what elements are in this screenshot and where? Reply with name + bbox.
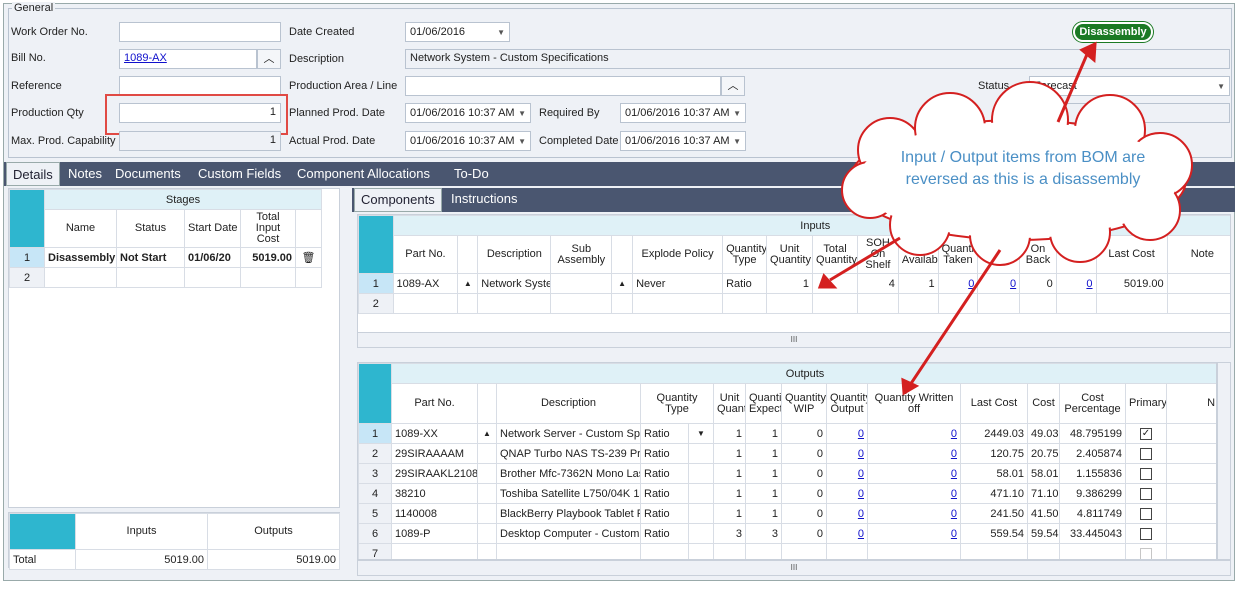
arrow-to-inputs [829,236,901,282]
arrow-to-outputs [908,249,1002,386]
annotation-overlay [817,41,1193,396]
callout-text: Input / Output items from BOM are revers… [900,149,1146,188]
